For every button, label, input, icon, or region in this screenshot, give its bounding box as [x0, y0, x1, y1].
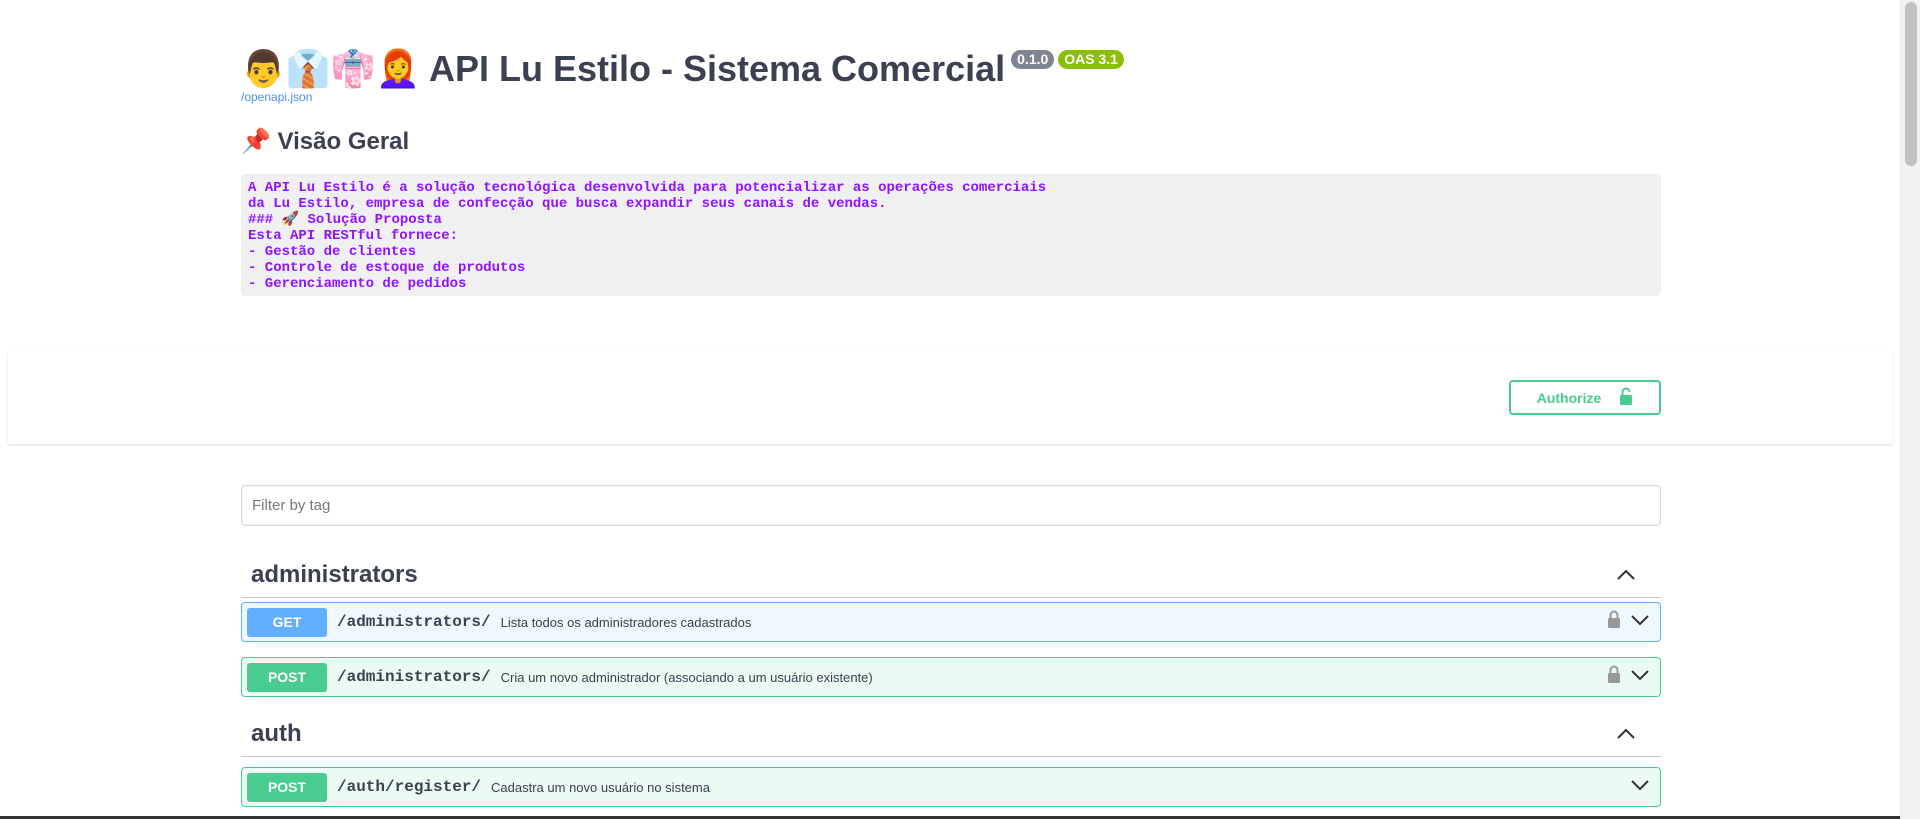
overview-heading: 📌 Visão Geral	[241, 128, 410, 155]
unlock-icon	[1619, 387, 1633, 408]
title-row: 👨👔👘👩‍🦰 API Lu Estilo - Sistema Comercial…	[241, 44, 1661, 94]
authorize-button[interactable]: Authorize	[1509, 380, 1661, 415]
chevron-up-icon[interactable]	[1616, 724, 1636, 744]
operation-post-auth-register[interactable]: POST /auth/register/ Cadastra um novo us…	[241, 767, 1661, 807]
operation-get-administrators[interactable]: GET /administrators/ Lista todos os admi…	[241, 602, 1661, 642]
operation-path: /auth/register/	[337, 778, 482, 796]
method-badge: POST	[247, 662, 327, 692]
chevron-down-icon[interactable]	[1631, 778, 1649, 796]
chevron-down-icon[interactable]	[1631, 668, 1649, 686]
operation-summary: Cadastra um novo usuário no sistema	[491, 779, 710, 795]
chevron-down-icon[interactable]	[1631, 613, 1649, 631]
operation-post-administrators[interactable]: POST /administrators/ Cria um novo admin…	[241, 657, 1661, 697]
operation-controls	[1607, 610, 1655, 634]
authorize-label: Authorize	[1536, 389, 1602, 406]
lock-icon[interactable]	[1607, 665, 1621, 689]
method-badge: POST	[247, 772, 327, 802]
operation-path: /administrators/	[337, 613, 491, 631]
swagger-page: 👨👔👘👩‍🦰 API Lu Estilo - Sistema Comercial…	[0, 0, 1900, 819]
oas-badge: OAS 3.1	[1058, 50, 1124, 69]
operation-controls	[1607, 665, 1655, 689]
operation-summary: Lista todos os administradores cadastrad…	[500, 614, 752, 630]
vertical-scrollbar[interactable]	[1900, 0, 1920, 819]
filter-by-tag-input[interactable]	[241, 485, 1661, 526]
tag-auth[interactable]: auth	[241, 712, 1661, 757]
operation-path: /administrators/	[337, 668, 491, 686]
api-description: A API Lu Estilo é a solução tecnológica …	[241, 174, 1661, 296]
api-info: 👨👔👘👩‍🦰 API Lu Estilo - Sistema Comercial…	[241, 44, 1661, 296]
tag-name: auth	[251, 720, 302, 747]
method-badge: GET	[247, 607, 327, 637]
lock-icon[interactable]	[1607, 610, 1621, 634]
operation-controls	[1631, 778, 1655, 796]
scrollbar-thumb[interactable]	[1905, 2, 1917, 166]
chevron-up-icon[interactable]	[1616, 565, 1636, 585]
operation-summary: Cria um novo administrador (associando a…	[500, 669, 873, 685]
tag-administrators[interactable]: administrators	[241, 553, 1661, 598]
title-emoji: 👨👔👘👩‍🦰	[241, 48, 421, 89]
version-badge: 0.1.0	[1011, 50, 1055, 69]
api-title: 👨👔👘👩‍🦰 API Lu Estilo - Sistema Comercial	[241, 44, 1005, 94]
tag-name: administrators	[251, 561, 418, 588]
title-text: API Lu Estilo - Sistema Comercial	[428, 48, 1006, 89]
